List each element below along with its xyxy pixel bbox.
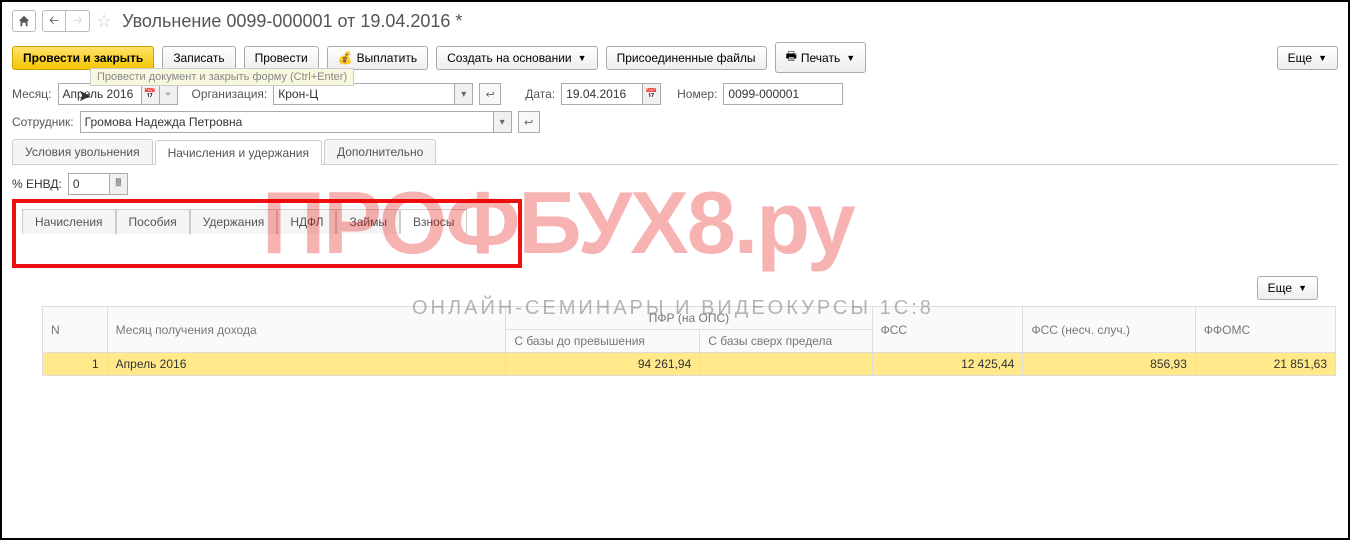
chevron-down-icon[interactable]: ▾ — [493, 112, 511, 132]
number-input[interactable]: 0099-000001 — [723, 83, 843, 105]
spinner-icon[interactable]: ÷ — [159, 84, 177, 104]
pay-label: Выплатить — [357, 51, 418, 65]
col-month[interactable]: Месяц получения дохода — [107, 307, 506, 353]
chevron-down-icon: ▼ — [846, 53, 855, 63]
highlight-box: Начисления Пособия Удержания НДФЛ Займы … — [12, 199, 522, 268]
employee-label: Сотрудник: — [12, 115, 74, 129]
chevron-down-icon[interactable]: ▾ — [454, 84, 472, 104]
employee-open-button[interactable]: ↩ — [518, 111, 540, 133]
employee-value: Громова Надежда Петровна — [85, 115, 493, 129]
table-more-label: Еще — [1268, 281, 1292, 295]
subtab-loans[interactable]: Займы — [336, 209, 400, 234]
col-pfr[interactable]: ПФР (на ОПС) — [506, 307, 872, 330]
favorite-icon[interactable]: ☆ — [96, 11, 112, 32]
tab-conditions[interactable]: Условия увольнения — [12, 139, 153, 164]
org-value: Крон-Ц — [278, 87, 454, 101]
chevron-down-icon: ▼ — [1318, 53, 1327, 63]
print-label: Печать — [801, 51, 840, 65]
calc-icon[interactable]: 🖩 — [109, 174, 127, 194]
sub-tabs: Начисления Пособия Удержания НДФЛ Займы … — [22, 209, 512, 234]
pay-button[interactable]: 💰 Выплатить — [327, 46, 428, 70]
chevron-down-icon: ▼ — [1298, 283, 1307, 293]
attached-files-button[interactable]: Присоединенные файлы — [606, 46, 767, 70]
money-icon: 💰 — [338, 51, 353, 65]
month-label: Месяц: — [12, 87, 52, 101]
home-button[interactable] — [12, 10, 36, 32]
number-label: Номер: — [677, 87, 717, 101]
month-input[interactable]: Апрель 2016 📅 ÷ — [58, 83, 178, 105]
calendar-icon[interactable]: 📅 — [141, 84, 159, 104]
date-label: Дата: — [525, 87, 555, 101]
cell-n: 1 — [43, 353, 108, 376]
number-value: 0099-000001 — [728, 87, 799, 101]
subtab-deductions[interactable]: Удержания — [190, 209, 278, 234]
chevron-down-icon: ▼ — [578, 53, 587, 63]
cell-ffoms: 21 851,63 — [1195, 353, 1335, 376]
tab-additional[interactable]: Дополнительно — [324, 139, 436, 164]
date-input[interactable]: 19.04.2016 📅 — [561, 83, 661, 105]
org-input[interactable]: Крон-Ц ▾ — [273, 83, 473, 105]
cell-month: Апрель 2016 — [107, 353, 506, 376]
cell-fss-acc: 856,93 — [1023, 353, 1195, 376]
col-fss-acc[interactable]: ФСС (несч. случ.) — [1023, 307, 1195, 353]
write-button[interactable]: Записать — [162, 46, 235, 70]
subtab-accruals[interactable]: Начисления — [22, 209, 116, 234]
print-button[interactable]: 🖶 Печать ▼ — [775, 42, 867, 73]
more-label: Еще — [1288, 51, 1312, 65]
employee-input[interactable]: Громова Надежда Петровна ▾ — [80, 111, 512, 133]
envd-value: 0 — [73, 177, 109, 191]
org-open-button[interactable]: ↩ — [479, 83, 501, 105]
tab-accruals[interactable]: Начисления и удержания — [155, 140, 322, 165]
envd-input[interactable]: 0 🖩 — [68, 173, 128, 195]
cell-pfr2 — [700, 353, 872, 376]
cell-fss: 12 425,44 — [872, 353, 1023, 376]
forward-button[interactable]: 🡢 — [66, 10, 90, 32]
tooltip: Провести документ и закрыть форму (Ctrl+… — [90, 68, 354, 86]
date-value: 19.04.2016 — [566, 87, 642, 101]
post-and-close-button[interactable]: Провести и закрыть — [12, 46, 154, 70]
calendar-icon[interactable]: 📅 — [642, 84, 660, 104]
month-value: Апрель 2016 — [63, 87, 141, 101]
table-more-button[interactable]: Еще ▼ — [1257, 276, 1318, 300]
main-tabs: Условия увольнения Начисления и удержани… — [12, 139, 1338, 165]
post-button[interactable]: Провести — [244, 46, 319, 70]
contributions-table: N Месяц получения дохода ПФР (на ОПС) ФС… — [42, 306, 1336, 376]
table-row[interactable]: 1 Апрель 2016 94 261,94 12 425,44 856,93… — [43, 353, 1336, 376]
page-title: Увольнение 0099-000001 от 19.04.2016 * — [122, 11, 462, 32]
col-pfr-sub1[interactable]: С базы до превышения — [506, 330, 700, 353]
print-icon: 🖶 — [786, 47, 797, 68]
org-label: Организация: — [192, 87, 268, 101]
col-ffoms[interactable]: ФФОМС — [1195, 307, 1335, 353]
subtab-ndfl[interactable]: НДФЛ — [277, 209, 336, 234]
subtab-contrib[interactable]: Взносы — [400, 209, 467, 234]
col-n[interactable]: N — [43, 307, 108, 353]
back-button[interactable]: 🡠 — [42, 10, 66, 32]
subtab-benefits[interactable]: Пособия — [116, 209, 190, 234]
envd-label: % ЕНВД: — [12, 177, 62, 191]
create-based-button[interactable]: Создать на основании ▼ — [436, 46, 597, 70]
col-fss[interactable]: ФСС — [872, 307, 1023, 353]
create-based-label: Создать на основании — [447, 51, 572, 65]
col-pfr-sub2[interactable]: С базы сверх предела — [700, 330, 872, 353]
cell-pfr1: 94 261,94 — [506, 353, 700, 376]
more-button[interactable]: Еще ▼ — [1277, 46, 1338, 70]
